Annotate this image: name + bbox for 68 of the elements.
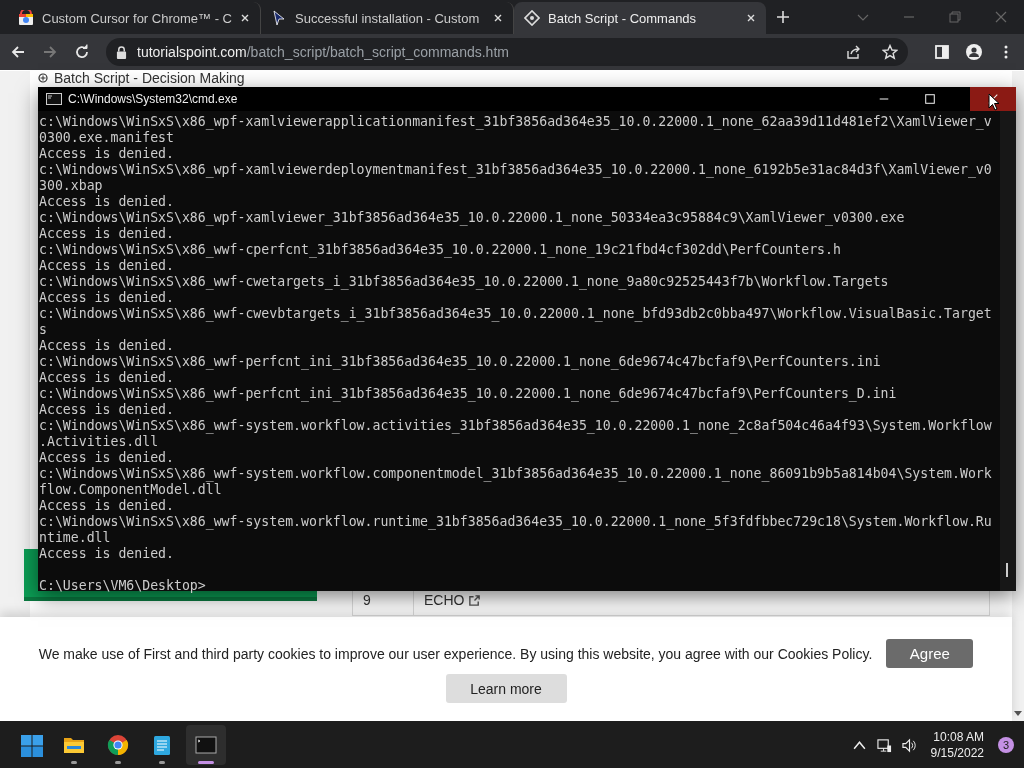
console-line: Access is denied. <box>39 370 175 386</box>
mouse-pointer-icon <box>988 93 1000 111</box>
side-panel-icon[interactable] <box>934 44 950 60</box>
console-line: c:\Windows\WinSxS\x86_wpf-xamlviewerdeploymentmanifest_31bf3856ad364e35_10.0.22000.1_none_6192b5e31ac84d3f\XamlViewer_v0 <box>39 162 993 178</box>
console-line: c:\Windows\WinSxS\x86_wwf-perfcnt_ini_31bf3856ad364e35_10.0.22000.1_none_6de9674c47bcfaf9\PerfCounters_D.ini <box>39 386 898 402</box>
console-line: Access is denied. <box>39 258 175 274</box>
profile-icon[interactable] <box>966 44 982 60</box>
volume-icon[interactable] <box>901 737 917 753</box>
console-line: Access is denied. <box>39 194 175 210</box>
console-line: Access is denied. <box>39 146 175 162</box>
star-icon[interactable] <box>882 44 898 60</box>
maximize-icon[interactable] <box>924 93 936 105</box>
diamond-icon <box>524 10 540 26</box>
address-bar[interactable]: tutorialspoint.com/batch_script/batch_script_commands.htm <box>106 38 908 66</box>
sidebar-link[interactable]: Batch Script - Decision Making <box>54 71 245 85</box>
console-line: ntime.dll <box>39 530 112 546</box>
console-line: c:\Windows\WinSxS\x86_wwf-perfcnt_ini_31bf3856ad364e35_10.0.22000.1_none_6de9674c47bcfaf9\PerfCounters.ini <box>39 354 882 370</box>
url-text: tutorialspoint.com/batch_script/batch_script_commands.htm <box>137 44 510 60</box>
console-line: s <box>39 322 48 338</box>
console-line: Access is denied. <box>39 498 175 514</box>
console-line: c:\Windows\WinSxS\x86_wwf-cwetargets_i_31bf3856ad364e35_10.0.22000.1_none_9a80c92525443f7b\Workflow.Targets <box>39 274 890 290</box>
console-line: 300.xbap <box>39 178 104 194</box>
cookie-message: We make use of First and third party cookies to improve our user experience. By using this website, you agree with our Cookies Policy. <box>38 645 873 662</box>
reload-icon[interactable] <box>74 44 90 60</box>
window-title: C:\Windows\System32\cmd.exe <box>68 92 239 106</box>
agree-button[interactable]: Agree <box>886 639 974 668</box>
external-link-icon <box>468 593 482 607</box>
learn-more-button[interactable]: Learn more <box>445 674 567 703</box>
browser-tab[interactable]: Batch Script - Commands <box>514 2 766 34</box>
windows-start-icon[interactable] <box>20 734 44 758</box>
console-line: c:\Windows\WinSxS\x86_wwf-system.workflow.componentmodel_31bf3856ad364e35_10.0.22000.1_none_86091b9b5a814b04\System.Work <box>39 466 993 482</box>
console-line: 0300.exe.manifest <box>39 130 175 146</box>
share-icon[interactable] <box>846 44 862 60</box>
chrome-icon <box>106 733 130 757</box>
console-line: c:\Windows\WinSxS\x86_wwf-cwevbtargets_i_31bf3856ad364e35_10.0.22000.1_none_bfd93db2c0bba497\Workflow.VisualBasic.Target <box>39 306 993 322</box>
bullet-icon <box>38 73 48 83</box>
back-icon[interactable] <box>10 44 26 60</box>
console-line: c:\Windows\WinSxS\x86_wpf-xamlviewer_31bf3856ad364e35_10.0.22000.1_none_50334ea3c95884c9\XamlViewer_v0300.exe <box>39 210 906 226</box>
console-line: Access is denied. <box>39 338 175 354</box>
date-text: 9/15/2022 <box>930 745 984 761</box>
clock[interactable]: 10:08 AM 9/15/2022 <box>926 729 988 761</box>
scroll-down-icon[interactable] <box>1014 711 1022 717</box>
console-line: c:\Windows\WinSxS\x86_wpf-xamlviewerapplicationmanifest_31bf3856ad364e35_10.0.22000.1_none_62aa39d11d481ef2\XamlViewer_v <box>39 114 993 130</box>
console-line: c:\Windows\WinSxS\x86_wwf-cperfcnt_31bf3856ad364e35_10.0.22000.1_none_19c21fbd4cf302dd\PerfCounters.h <box>39 242 842 258</box>
tab-title: Batch Script - Commands <box>548 10 698 26</box>
console-line: Access is denied. <box>39 226 175 242</box>
console-icon <box>46 93 62 105</box>
new-tab-icon[interactable] <box>776 10 790 24</box>
store-icon <box>18 10 34 26</box>
time-text: 10:08 AM <box>933 729 984 745</box>
console-line: c:\Windows\WinSxS\x86_wwf-system.workflow.activities_31bf3856ad364e35_10.0.22000.1_none_2c8af504c46a4f93\System.Workflow <box>39 418 993 434</box>
tab-title: Custom Cursor for Chrome™ - C <box>42 10 232 26</box>
console-line: Access is denied. <box>39 546 175 562</box>
console-line: Access is denied. <box>39 290 175 306</box>
notification-badge[interactable]: 3 <box>998 737 1014 753</box>
scrollbar[interactable] <box>1000 111 1016 591</box>
cursor-icon <box>271 10 287 26</box>
console-line: flow.ComponentModel.dll <box>39 482 223 498</box>
lock-icon <box>116 45 127 59</box>
console-line: Access is denied. <box>39 450 175 466</box>
network-icon[interactable] <box>876 737 892 753</box>
console-line: .Activities.dll <box>39 434 160 450</box>
console-line: c:\Windows\WinSxS\x86_wwf-system.workflow.runtime_31bf3856ad364e35_10.0.22000.1_none_5f3fdfbbec729c18\System.Workflow.Ru <box>39 514 993 530</box>
console-line: Access is denied. <box>39 402 175 418</box>
table-link[interactable]: ECHO <box>414 592 465 608</box>
terminal-icon <box>194 733 218 757</box>
taskbar-app[interactable] <box>186 725 226 765</box>
tab-title: Successful installation - Custom <box>295 10 481 26</box>
